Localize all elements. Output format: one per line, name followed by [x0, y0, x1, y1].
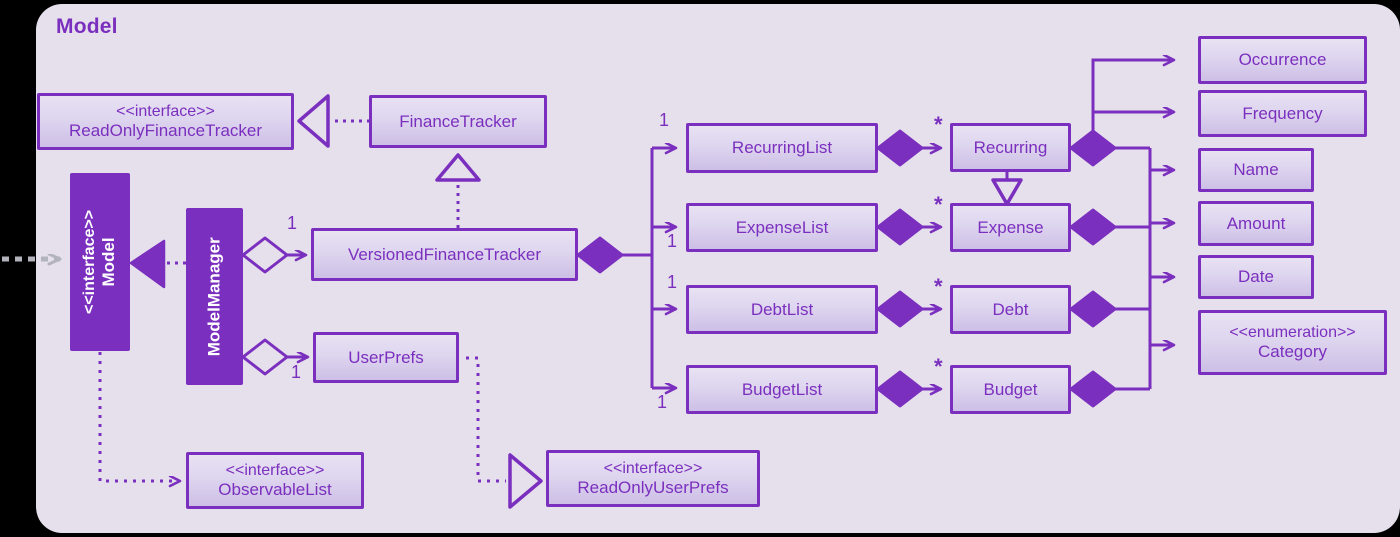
- class-node-observablelist[interactable]: <<interface>> ObservableList: [186, 452, 364, 509]
- stereotype-label: <<interface>>: [81, 209, 99, 315]
- multiplicity-budget-star: *: [934, 354, 943, 379]
- class-node-frequency[interactable]: Frequency: [1198, 90, 1367, 137]
- multiplicity-expenselist-one: 1: [667, 231, 678, 251]
- class-name-label: ObservableList: [218, 479, 332, 499]
- class-name-label: ReadOnlyUserPrefs: [577, 477, 729, 497]
- stereotype-label: <<interface>>: [225, 462, 325, 480]
- class-node-category[interactable]: <<enumeration>> Category: [1198, 310, 1387, 375]
- class-node-readonlyuserprefs[interactable]: <<interface>> ReadOnlyUserPrefs: [546, 450, 760, 507]
- class-node-modelmanager[interactable]: ModelManager: [186, 208, 243, 385]
- class-node-expense[interactable]: Expense: [950, 203, 1071, 252]
- class-name-label: RecurringList: [731, 138, 833, 158]
- class-name-label: Recurring: [973, 137, 1048, 157]
- class-node-name[interactable]: Name: [1198, 148, 1314, 192]
- class-node-expenselist[interactable]: ExpenseList: [686, 203, 878, 252]
- class-name-label: Date: [1238, 267, 1274, 287]
- class-node-financetracker[interactable]: FinanceTracker: [369, 95, 547, 148]
- stereotype-label: <<enumeration>>: [1229, 324, 1356, 342]
- class-name-label: Debt: [992, 299, 1029, 319]
- multiplicity-debt-star: *: [934, 274, 943, 299]
- class-node-model[interactable]: <<interface>> Model: [70, 173, 130, 351]
- multiplicity-debtlist-one: 1: [667, 272, 678, 292]
- diagram-canvas: Model <<interface>> ReadOnlyFinanceTrack…: [0, 0, 1400, 537]
- class-node-versionedfinancetracker[interactable]: VersionedFinanceTracker: [311, 228, 578, 281]
- class-node-amount[interactable]: Amount: [1198, 201, 1314, 246]
- stereotype-label: <<interface>>: [603, 460, 703, 478]
- class-name-label: Name: [1233, 160, 1279, 180]
- model-rotated-label: <<interface>> Model: [81, 210, 119, 314]
- class-node-debt[interactable]: Debt: [950, 285, 1071, 334]
- class-node-occurrence[interactable]: Occurrence: [1198, 36, 1367, 84]
- class-node-userprefs[interactable]: UserPrefs: [313, 332, 459, 383]
- class-name-label: ReadOnlyFinanceTracker: [68, 120, 263, 140]
- multiplicity-expense-star: *: [934, 192, 943, 217]
- class-name-label: Occurrence: [1238, 50, 1327, 70]
- class-name-label: BudgetList: [741, 379, 823, 399]
- multiplicity-versioned-one: 1: [287, 213, 298, 233]
- class-node-date[interactable]: Date: [1198, 255, 1314, 299]
- class-name-label: VersionedFinanceTracker: [347, 244, 542, 264]
- class-node-recurring[interactable]: Recurring: [950, 123, 1071, 172]
- class-name-label: Model: [99, 237, 119, 287]
- multiplicity-recurringlist-one: 1: [659, 110, 670, 130]
- multiplicity-userprefs-one: 1: [291, 362, 302, 382]
- class-name-label: Category: [1258, 341, 1327, 361]
- class-name-label: UserPrefs: [348, 347, 424, 367]
- class-node-budget[interactable]: Budget: [950, 365, 1071, 414]
- class-name-label: ExpenseList: [735, 217, 829, 237]
- class-name-label: Frequency: [1242, 103, 1323, 123]
- class-node-debtlist[interactable]: DebtList: [686, 285, 878, 334]
- class-name-label: Budget: [983, 379, 1038, 399]
- class-name-label: FinanceTracker: [399, 111, 517, 131]
- class-node-budgetlist[interactable]: BudgetList: [686, 365, 878, 414]
- multiplicity-budgetlist-one: 1: [657, 392, 668, 412]
- stereotype-label: <<interface>>: [116, 103, 215, 121]
- multiplicity-recurring-star: *: [934, 112, 943, 137]
- class-name-label: DebtList: [750, 299, 814, 319]
- class-name-label: Expense: [977, 217, 1044, 237]
- class-node-readonlyfinancetracker[interactable]: <<interface>> ReadOnlyFinanceTracker: [37, 93, 294, 150]
- panel-title: Model: [56, 15, 118, 38]
- class-name-label: ModelManager: [204, 236, 224, 357]
- modelmanager-rotated-label: ModelManager: [205, 237, 225, 356]
- class-node-recurringlist[interactable]: RecurringList: [686, 123, 878, 173]
- class-name-label: Amount: [1226, 213, 1286, 233]
